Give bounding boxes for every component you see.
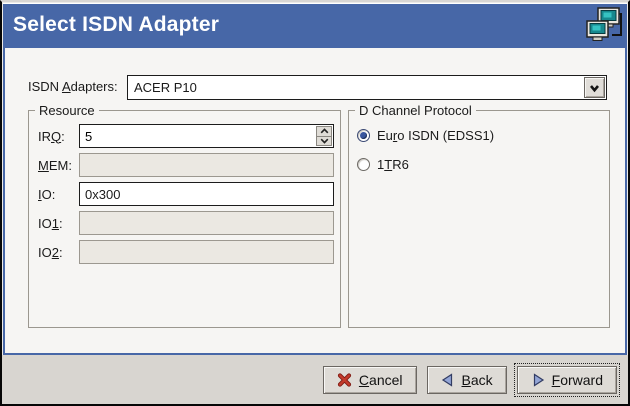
io2-input	[79, 240, 334, 264]
irq-spin-down-button[interactable]	[317, 137, 331, 146]
io-label: IO:	[38, 187, 79, 202]
irq-spin-up-button[interactable]	[317, 127, 331, 137]
select-isdn-adapter-dialog: Select ISDN Adapter	[0, 0, 630, 406]
radio-unselected-icon[interactable]	[357, 158, 370, 171]
mem-row: MEM:	[38, 153, 334, 177]
radio-euro-isdn-label: Euro ISDN (EDSS1)	[377, 128, 494, 143]
cancel-button[interactable]: Cancel	[323, 366, 417, 394]
page-title: Select ISDN Adapter	[13, 13, 219, 37]
forward-button[interactable]: Forward	[517, 366, 617, 394]
io1-label: IO1:	[38, 216, 79, 231]
io2-row: IO2:	[38, 240, 334, 264]
d-channel-protocol-groupbox: D Channel Protocol Euro ISDN (EDSS1) 1TR…	[348, 110, 610, 328]
resource-groupbox: Resource IRQ:	[28, 110, 341, 328]
radio-selected-icon[interactable]	[357, 129, 370, 142]
dialog-header: Select ISDN Adapter	[3, 3, 627, 46]
radio-1tr6-label: 1TR6	[377, 157, 409, 172]
forward-button-label: Forward	[552, 372, 603, 388]
io2-label: IO2:	[38, 245, 79, 260]
io-row: IO:	[38, 182, 334, 206]
irq-row: IRQ:	[38, 124, 334, 148]
back-button-label: Back	[462, 372, 493, 388]
cancel-x-icon	[337, 373, 352, 387]
back-button[interactable]: Back	[427, 366, 507, 394]
isdn-adapters-combobox-value: ACER P10	[128, 76, 583, 99]
d-channel-protocol-legend: D Channel Protocol	[355, 103, 476, 118]
irq-label: IRQ:	[38, 129, 79, 144]
io1-row: IO1:	[38, 211, 334, 235]
radio-1tr6[interactable]: 1TR6	[357, 154, 609, 174]
irq-input[interactable]	[80, 125, 315, 147]
isdn-adapters-combobox[interactable]: ACER P10	[127, 75, 607, 100]
io-input[interactable]	[79, 182, 334, 206]
arrow-left-icon	[441, 373, 455, 387]
mem-label: MEM:	[38, 158, 79, 173]
network-computers-icon	[585, 7, 623, 45]
wizard-content: ISDN Adapters: ACER P10 Resource IRQ:	[3, 46, 627, 355]
resource-legend: Resource	[35, 103, 99, 118]
isdn-adapters-label: ISDN Adapters:	[28, 79, 118, 94]
action-bar: Cancel Back Forward	[2, 355, 628, 404]
chevron-down-icon	[588, 82, 601, 94]
chevron-down-icon	[320, 138, 329, 144]
mem-input	[79, 153, 334, 177]
arrow-right-icon	[531, 373, 545, 387]
combobox-dropdown-button[interactable]	[584, 77, 605, 98]
radio-euro-isdn[interactable]: Euro ISDN (EDSS1)	[357, 125, 609, 145]
io1-input	[79, 211, 334, 235]
chevron-up-icon	[320, 128, 329, 134]
irq-spinbox[interactable]	[79, 124, 334, 148]
cancel-button-label: Cancel	[359, 372, 403, 388]
